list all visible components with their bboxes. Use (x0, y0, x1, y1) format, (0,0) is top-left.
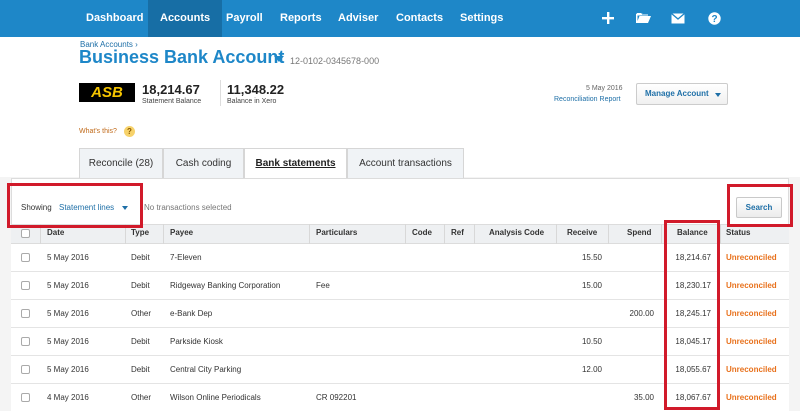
xero-balance-label: Balance in Xero (227, 98, 277, 105)
row-payee: Central City Parking (170, 365, 242, 374)
row-payee: Ridgeway Banking Corporation (170, 281, 281, 290)
tab-cash-coding[interactable]: Cash coding (163, 148, 244, 178)
status-badge: Unreconciled (726, 393, 777, 402)
row-checkbox[interactable] (21, 309, 30, 318)
row-date: 5 May 2016 (47, 309, 89, 318)
row-particulars: CR 092201 (316, 393, 357, 402)
row-payee: e-Bank Dep (170, 309, 213, 318)
row-payee: 7-Eleven (170, 253, 202, 262)
help-icon[interactable]: ? (704, 8, 724, 28)
bank-logo: ASB (79, 83, 135, 102)
nav-payroll[interactable]: Payroll (226, 0, 263, 37)
column-separator (661, 224, 662, 244)
row-checkbox[interactable] (21, 281, 30, 290)
nav-dashboard[interactable]: Dashboard (86, 0, 143, 37)
chevron-down-icon[interactable] (274, 56, 284, 62)
row-type: Debit (131, 281, 150, 290)
column-separator (556, 224, 557, 244)
status-badge: Unreconciled (726, 281, 777, 290)
col-type[interactable]: Type (131, 228, 149, 237)
row-checkbox[interactable] (21, 253, 30, 262)
column-separator (720, 224, 721, 244)
row-receive: 15.00 (581, 281, 602, 290)
row-type: Debit (131, 365, 150, 374)
reconciliation-report-link[interactable]: Reconciliation Report (554, 96, 621, 103)
row-date: 5 May 2016 (47, 365, 89, 374)
nav-contacts[interactable]: Contacts (396, 0, 443, 37)
status-badge: Unreconciled (726, 309, 777, 318)
col-date[interactable]: Date (47, 228, 64, 237)
status-badge: Unreconciled (726, 365, 777, 374)
manage-account-label: Manage Account (645, 89, 709, 98)
row-checkbox[interactable] (21, 393, 30, 402)
row-receive: 12.00 (581, 365, 602, 374)
col-receive[interactable]: Receive (567, 228, 597, 237)
column-separator (474, 224, 475, 244)
manage-account-button[interactable]: Manage Account (636, 83, 728, 105)
tab-bank-statements[interactable]: Bank statements (244, 148, 347, 179)
svg-text:?: ? (711, 14, 717, 25)
xero-balance: 11,348.22 (227, 82, 285, 97)
column-separator (444, 224, 445, 244)
statement-balance-label: Statement Balance (142, 98, 202, 105)
nav-settings[interactable]: Settings (460, 0, 503, 37)
chevron-down-icon (715, 93, 721, 97)
row-payee: Wilson Online Periodicals (170, 393, 261, 402)
mail-icon[interactable] (668, 8, 688, 28)
nav-adviser[interactable]: Adviser (338, 0, 378, 37)
col-particulars[interactable]: Particulars (316, 228, 357, 237)
tab-reconcile[interactable]: Reconcile (28) (79, 148, 163, 178)
select-all-checkbox[interactable] (21, 229, 30, 238)
status-badge: Unreconciled (726, 253, 777, 262)
row-type: Debit (131, 337, 150, 346)
row-date: 5 May 2016 (47, 281, 89, 290)
col-analysis-code[interactable]: Analysis Code (489, 228, 544, 237)
row-particulars: Fee (316, 281, 330, 290)
statement-balance: 18,214.67 (142, 82, 200, 97)
plus-icon[interactable] (598, 8, 618, 28)
row-checkbox[interactable] (21, 365, 30, 374)
col-spend[interactable]: Spend (627, 228, 651, 237)
folder-icon[interactable] (633, 8, 653, 28)
row-checkbox[interactable] (21, 337, 30, 346)
status-badge: Unreconciled (726, 337, 777, 346)
highlight-search-button (727, 184, 793, 227)
highlight-showing-filter (7, 183, 143, 228)
column-separator (608, 224, 609, 244)
row-receive: 10.50 (581, 337, 602, 346)
row-type: Other (131, 309, 152, 318)
col-status[interactable]: Status (726, 228, 750, 237)
nav-reports[interactable]: Reports (280, 0, 322, 37)
divider (220, 80, 221, 106)
row-type: Debit (131, 253, 150, 262)
row-payee: Parkside Kiosk (170, 337, 223, 346)
tab-account-transactions[interactable]: Account transactions (347, 148, 464, 178)
reconciliation-date: 5 May 2016 (586, 85, 623, 92)
column-separator (309, 224, 310, 244)
row-type: Other (131, 393, 152, 402)
row-date: 5 May 2016 (47, 337, 89, 346)
nav-accounts[interactable]: Accounts (148, 0, 223, 37)
col-ref[interactable]: Ref (451, 228, 464, 237)
row-spend: 35.00 (633, 393, 654, 402)
row-spend: 200.00 (629, 309, 654, 318)
row-date: 4 May 2016 (47, 393, 89, 402)
page-title[interactable]: Business Bank Account (79, 47, 284, 68)
selection-status: No transactions selected (144, 203, 232, 212)
row-receive: 15.50 (581, 253, 602, 262)
column-separator (405, 224, 406, 244)
whats-this-link[interactable]: What's this? (79, 128, 117, 135)
row-date: 5 May 2016 (47, 253, 89, 262)
account-number: 12-0102-0345678-000 (290, 56, 380, 66)
help-bubble-icon[interactable]: ? (124, 126, 135, 137)
highlight-balance-column (664, 220, 720, 410)
column-separator (163, 224, 164, 244)
col-payee[interactable]: Payee (170, 228, 193, 237)
col-code[interactable]: Code (412, 228, 432, 237)
